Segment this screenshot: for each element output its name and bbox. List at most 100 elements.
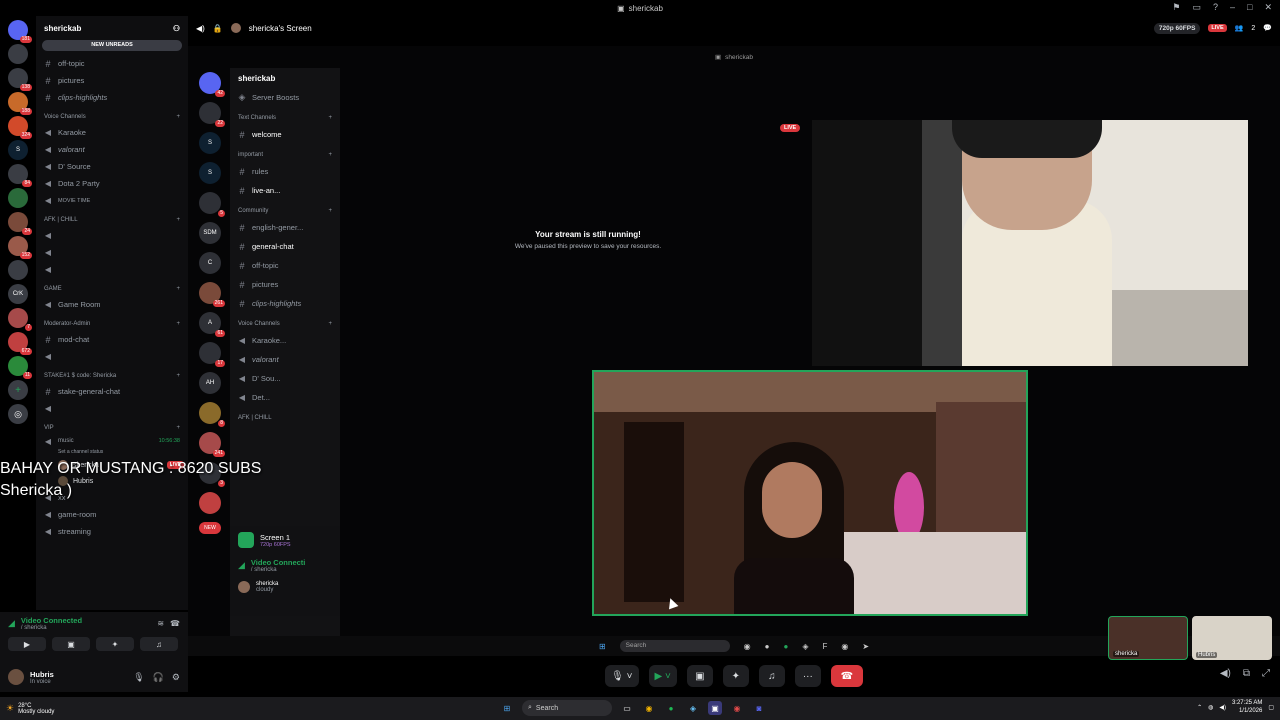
voice-channel-valorant[interactable]: ◀ valorant: [36, 141, 188, 158]
app-icon[interactable]: ◉: [730, 701, 744, 715]
clock[interactable]: 3:27:25 AM 1/1/2026: [1232, 699, 1262, 715]
server-icon[interactable]: 672: [8, 332, 32, 355]
help-icon[interactable]: ?: [1213, 2, 1218, 13]
volume-icon[interactable]: ◀): [1219, 704, 1226, 711]
server-icon-stake[interactable]: S: [8, 140, 28, 160]
taskbar-search[interactable]: ⌕ Search: [522, 700, 612, 716]
more-button[interactable]: ···: [794, 665, 821, 687]
server-icon[interactable]: 152: [8, 236, 32, 259]
server-icon[interactable]: [8, 44, 28, 64]
voice-channel-afk-2[interactable]: ◀: [36, 244, 188, 261]
volume-icon[interactable]: ◀): [196, 24, 205, 33]
server-icon[interactable]: 84: [8, 164, 32, 187]
add-member-icon[interactable]: ⚇: [173, 24, 180, 33]
shared-screen[interactable]: ▣ sherickab 42 22 S S 5 SDM C 261 A 61 17…: [188, 46, 1280, 656]
add-channel-icon[interactable]: +: [176, 217, 180, 223]
channel-off-topic[interactable]: # off-topic: [36, 55, 188, 72]
server-icon[interactable]: 138: [8, 68, 32, 91]
microphone-icon[interactable]: 🎙: [133, 672, 144, 683]
maximize-button[interactable]: □: [1247, 2, 1252, 13]
channel-clips-highlights[interactable]: # clips-highlights: [36, 89, 188, 106]
disconnect-icon[interactable]: ☎: [170, 619, 180, 628]
voice-channel-game-room[interactable]: ◀ Game Room: [36, 296, 188, 313]
chevron-up-icon[interactable]: ⌃: [1197, 704, 1202, 711]
fullscreen-icon[interactable]: ⤢: [1262, 668, 1270, 679]
participant-tile-hubris[interactable]: Hubris: [1192, 616, 1272, 660]
notification-icon[interactable]: ▢: [1268, 704, 1274, 711]
server-icon[interactable]: 11: [8, 356, 32, 379]
category-afk-chill[interactable]: AFK | CHILL +: [36, 213, 188, 227]
server-icon[interactable]: [8, 188, 28, 208]
minimize-button[interactable]: –: [1230, 2, 1235, 13]
inbox-icon[interactable]: ▭: [1192, 2, 1201, 13]
category-voice-channels[interactable]: Voice Channels +: [36, 110, 188, 124]
user-avatar[interactable]: [8, 669, 24, 685]
home-server[interactable]: 181: [8, 20, 32, 43]
voice-channel-mod[interactable]: ◀: [36, 348, 188, 365]
voice-channel-streaming[interactable]: ◀ streaming: [36, 523, 188, 540]
category-game[interactable]: GAME +: [36, 282, 188, 296]
channel-pictures[interactable]: # pictures: [36, 72, 188, 89]
task-view-icon[interactable]: ▭: [620, 701, 634, 715]
close-button[interactable]: ✕: [1264, 2, 1272, 13]
settings-gear-icon[interactable]: ⚙: [172, 672, 180, 683]
server-icon[interactable]: 7: [8, 308, 32, 331]
add-channel-icon[interactable]: +: [176, 114, 180, 120]
new-unreads-bar[interactable]: NEW UNREADS: [42, 40, 182, 51]
webcam-shericka[interactable]: [592, 370, 1028, 616]
soundboard-button[interactable]: ♫: [758, 665, 785, 687]
server-icon[interactable]: CrK: [8, 284, 28, 304]
discover-icon[interactable]: ◎: [8, 404, 28, 424]
start-icon[interactable]: ⊞: [500, 701, 514, 715]
voice-channel-afk-1[interactable]: ◀: [36, 227, 188, 244]
voice-channel-game-room-2[interactable]: ◀ game-room: [36, 506, 188, 523]
server-header[interactable]: sherickab ⚇: [36, 16, 188, 40]
category-moderator-admin[interactable]: Moderator-Admin +: [36, 317, 188, 331]
add-server-icon[interactable]: +: [8, 380, 28, 400]
screenshare-button[interactable]: ▣: [52, 637, 90, 651]
server-icon[interactable]: 24: [8, 212, 32, 235]
channel-status[interactable]: Set a channel status: [36, 447, 188, 457]
headphones-icon[interactable]: 🎧: [153, 672, 164, 683]
webcam-hubris[interactable]: [812, 120, 1248, 366]
add-channel-icon[interactable]: +: [176, 321, 180, 327]
weather-widget[interactable]: ☀ 28°C Mostly cloudy: [0, 703, 54, 715]
add-channel-icon[interactable]: +: [176, 373, 180, 379]
server-icon[interactable]: 188: [8, 92, 32, 115]
activities-button[interactable]: ✦: [722, 665, 749, 687]
activities-button[interactable]: ✦: [96, 637, 134, 651]
volume-icon[interactable]: ◀): [1220, 668, 1231, 679]
participant-tile-shericka[interactable]: shericka: [1108, 616, 1188, 660]
server-icon[interactable]: 324: [8, 116, 32, 139]
category-vip[interactable]: VIP +: [36, 421, 188, 435]
pin-icon[interactable]: ⚑: [1172, 2, 1180, 13]
popout-icon[interactable]: ⧉: [1243, 668, 1250, 679]
server-icon[interactable]: [8, 260, 28, 280]
voice-channel-afk-3[interactable]: ◀: [36, 261, 188, 278]
spotify-icon[interactable]: ●: [664, 701, 678, 715]
steam-icon[interactable]: ◈: [686, 701, 700, 715]
screenshare-button[interactable]: ▣: [686, 665, 713, 687]
viewers-icon[interactable]: 👥: [1235, 24, 1244, 32]
chrome-icon[interactable]: ◉: [642, 701, 656, 715]
voice-channel-music[interactable]: ◀ music 10:56:38: [36, 435, 188, 447]
quality-pill[interactable]: 720p 60FPS: [1153, 22, 1201, 34]
channel-mod-chat[interactable]: # mod-chat: [36, 331, 188, 348]
microphone-button[interactable]: 🎙 ˅: [605, 665, 639, 687]
chat-icon[interactable]: 💬: [1263, 24, 1272, 32]
leave-call-button[interactable]: ☎: [830, 665, 863, 687]
channel-stake-general-chat[interactable]: # stake-general-chat: [36, 383, 188, 400]
add-channel-icon[interactable]: +: [176, 425, 180, 431]
camera-button[interactable]: ▶ ˅: [648, 665, 677, 687]
discord-icon[interactable]: ◙: [752, 701, 766, 715]
app-icon[interactable]: ▣: [708, 701, 722, 715]
voice-channel-dota[interactable]: ◀ Dota 2 Party: [36, 175, 188, 192]
voice-channel-movie-time[interactable]: ◀ MOVIE TIME: [36, 192, 188, 209]
network-icon[interactable]: ◍: [1208, 704, 1213, 711]
voice-channel-stake[interactable]: ◀: [36, 400, 188, 417]
soundboard-button[interactable]: ♫: [140, 637, 178, 651]
voice-channel-karaoke[interactable]: ◀ Karaoke: [36, 124, 188, 141]
add-channel-icon[interactable]: +: [176, 286, 180, 292]
voice-channel-d-source[interactable]: ◀ D' Source: [36, 158, 188, 175]
category-stake[interactable]: STAKE#1 $ code: Shericka +: [36, 369, 188, 383]
